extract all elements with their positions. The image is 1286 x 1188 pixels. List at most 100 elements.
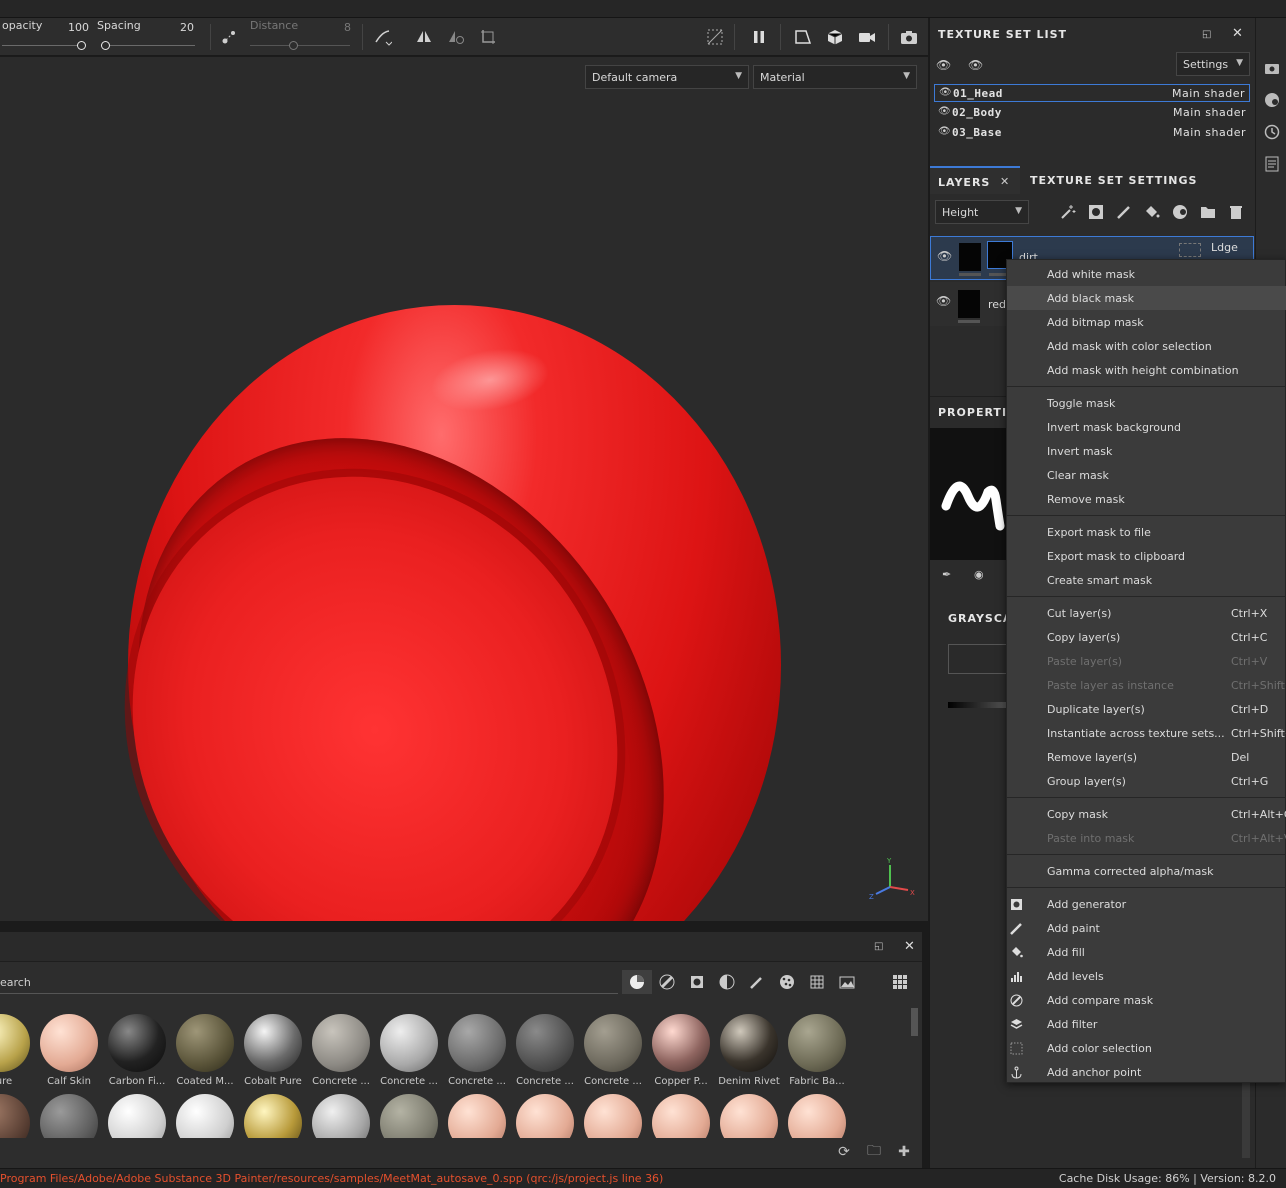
generators-filter-icon[interactable]	[712, 970, 742, 994]
context-menu-item[interactable]: Copy mask Ctrl+Alt+C	[1007, 802, 1286, 826]
material-thumbnail[interactable]	[0, 1094, 34, 1138]
channel-dropdown[interactable]: Height ▼	[935, 200, 1029, 224]
context-menu-item[interactable]: Add color selection	[1007, 1036, 1286, 1060]
tab-texture-set-settings[interactable]: TEXTURE SET SETTINGS	[1030, 166, 1197, 194]
context-menu-item[interactable]: Add mask with height combination	[1007, 358, 1286, 382]
context-menu-item[interactable]: Duplicate layer(s) Ctrl+D	[1007, 697, 1286, 721]
context-menu-item[interactable]: Add levels	[1007, 964, 1286, 988]
texture-set-row[interactable]: 👁 02_Body Main shader	[934, 104, 1250, 122]
folder-icon[interactable]: 🗀	[864, 1142, 884, 1162]
material-thumbnail[interactable]	[512, 1094, 578, 1138]
material-thumbnail[interactable]	[104, 1094, 170, 1138]
texture-set-row[interactable]: 👁 03_Base Main shader	[934, 124, 1250, 142]
eye-icon[interactable]: 👁	[938, 126, 951, 137]
screenshot-icon[interactable]	[898, 26, 920, 48]
alpha-tool-icon[interactable]: ◉	[974, 568, 984, 581]
material-thumbnail[interactable]	[308, 1094, 374, 1138]
eye-icon[interactable]: 👁	[939, 87, 952, 98]
material-thumbnail[interactable]: Denim Rivet	[716, 1014, 782, 1087]
grid-view-icon[interactable]	[892, 974, 908, 993]
opacity-slider-track[interactable]	[2, 45, 82, 46]
texture-set-row[interactable]: 👁 01_Head Main shader	[934, 84, 1250, 102]
material-thumbnail[interactable]	[580, 1094, 646, 1138]
texture-set-shader[interactable]: Main shader	[1172, 87, 1245, 100]
spacing-value[interactable]: 20	[180, 21, 194, 34]
camera-icon[interactable]	[856, 26, 878, 48]
add-icon[interactable]: ✚	[894, 1142, 914, 1162]
context-menu-item[interactable]: Add generator	[1007, 892, 1286, 916]
material-thumbnail[interactable]: Calf Skin	[36, 1014, 102, 1087]
material-thumbnail[interactable]	[172, 1094, 238, 1138]
context-menu-item[interactable]: Gamma corrected alpha/mask	[1007, 859, 1286, 883]
materials-filter-icon[interactable]	[622, 970, 652, 994]
display-settings-icon[interactable]	[1262, 90, 1282, 110]
brushes-filter-icon[interactable]	[742, 970, 772, 994]
material-thumbnail[interactable]: Concrete ...	[512, 1014, 578, 1087]
material-thumbnail[interactable]: Concrete ...	[444, 1014, 510, 1087]
alphas-filter-icon[interactable]	[772, 970, 802, 994]
add-smart-material-icon[interactable]	[1170, 202, 1190, 222]
grayscale-gradient[interactable]	[948, 702, 1008, 708]
transform-icon[interactable]	[477, 26, 499, 48]
context-menu-item[interactable]: Add black mask	[1007, 286, 1286, 310]
context-menu-item[interactable]: Toggle mask	[1007, 391, 1286, 415]
material-thumbnail[interactable]	[716, 1094, 782, 1138]
spacing-slider-track[interactable]	[101, 45, 195, 46]
texture-set-shader[interactable]: Main shader	[1173, 106, 1246, 119]
undock-icon[interactable]: ◱	[874, 941, 883, 952]
log-icon[interactable]	[1262, 154, 1282, 174]
material-thumbnail[interactable]	[240, 1094, 306, 1138]
eye-icon[interactable]: 👁	[937, 249, 952, 263]
context-menu-item[interactable]: Remove mask	[1007, 487, 1286, 511]
material-thumbnail[interactable]	[648, 1094, 714, 1138]
refresh-icon[interactable]: ⟳	[834, 1142, 854, 1162]
material-thumbnail[interactable]	[376, 1094, 442, 1138]
context-menu-item[interactable]: Add anchor point	[1007, 1060, 1286, 1084]
cube-icon[interactable]	[824, 26, 846, 48]
environments-filter-icon[interactable]	[832, 970, 862, 994]
context-menu-item[interactable]: Add bitmap mask	[1007, 310, 1286, 334]
shelf-search-input[interactable]: earch	[0, 968, 618, 994]
brush-tool-icon[interactable]: ✒	[942, 568, 951, 581]
context-menu-item[interactable]: Create smart mask	[1007, 568, 1286, 592]
material-thumbnail[interactable]	[444, 1094, 510, 1138]
close-icon[interactable]: ✕	[1000, 175, 1010, 188]
hide-unselected-icon[interactable]	[704, 26, 726, 48]
add-fill-layer-icon[interactable]	[1142, 202, 1162, 222]
context-menu-item[interactable]: Invert mask	[1007, 439, 1286, 463]
context-menu-item[interactable]: Add mask with color selection	[1007, 334, 1286, 358]
undock-icon[interactable]: ◱	[1202, 29, 1211, 40]
material-thumbnail[interactable]: Concrete ...	[580, 1014, 646, 1087]
panel-scrollbar[interactable]	[1242, 1078, 1250, 1158]
material-thumbnail[interactable]	[36, 1094, 102, 1138]
tab-layers[interactable]: LAYERS ✕	[930, 166, 1020, 194]
lazy-mouse-icon[interactable]	[218, 26, 240, 48]
symmetry-options-icon[interactable]	[445, 26, 467, 48]
context-menu-item[interactable]: Cut layer(s) Ctrl+X	[1007, 601, 1286, 625]
display-mode-dropdown[interactable]: Material ▼	[753, 65, 917, 89]
add-effect-icon[interactable]	[1058, 202, 1078, 222]
context-menu-item[interactable]: Remove layer(s) Del	[1007, 745, 1286, 769]
eye-icon[interactable]: 👁	[938, 106, 951, 117]
context-menu-item[interactable]: Add paint	[1007, 916, 1286, 940]
pause-icon[interactable]	[748, 26, 770, 48]
material-thumbnail[interactable]: Copper P...	[648, 1014, 714, 1087]
material-thumbnail[interactable]: Fabric Ba...	[784, 1014, 850, 1087]
material-thumbnail[interactable]: Concrete ...	[308, 1014, 374, 1087]
eye-icon[interactable]: 👁	[968, 58, 983, 72]
material-thumbnail[interactable]: Cobalt Pure	[240, 1014, 306, 1087]
close-icon[interactable]: ✕	[904, 939, 915, 954]
context-menu-item[interactable]: Group layer(s) Ctrl+G	[1007, 769, 1286, 793]
opacity-slider-knob[interactable]	[77, 41, 86, 50]
context-menu-item[interactable]: Clear mask	[1007, 463, 1286, 487]
3d-viewport[interactable]: Default camera ▼ Material ▼ Y X Z	[0, 57, 928, 921]
camera-projection-icon[interactable]	[792, 26, 814, 48]
context-menu-item[interactable]: Invert mask background	[1007, 415, 1286, 439]
layer-name[interactable]: red	[988, 298, 1006, 311]
material-thumbnail[interactable]: Concrete ...	[376, 1014, 442, 1087]
material-thumbnail[interactable]: Pure	[0, 1014, 34, 1087]
add-folder-icon[interactable]	[1198, 202, 1218, 222]
texture-set-settings-dropdown[interactable]: Settings ▼	[1176, 52, 1250, 76]
context-menu-item[interactable]: Instantiate across texture sets... Ctrl+S…	[1007, 721, 1286, 745]
symmetry-icon[interactable]	[413, 26, 435, 48]
